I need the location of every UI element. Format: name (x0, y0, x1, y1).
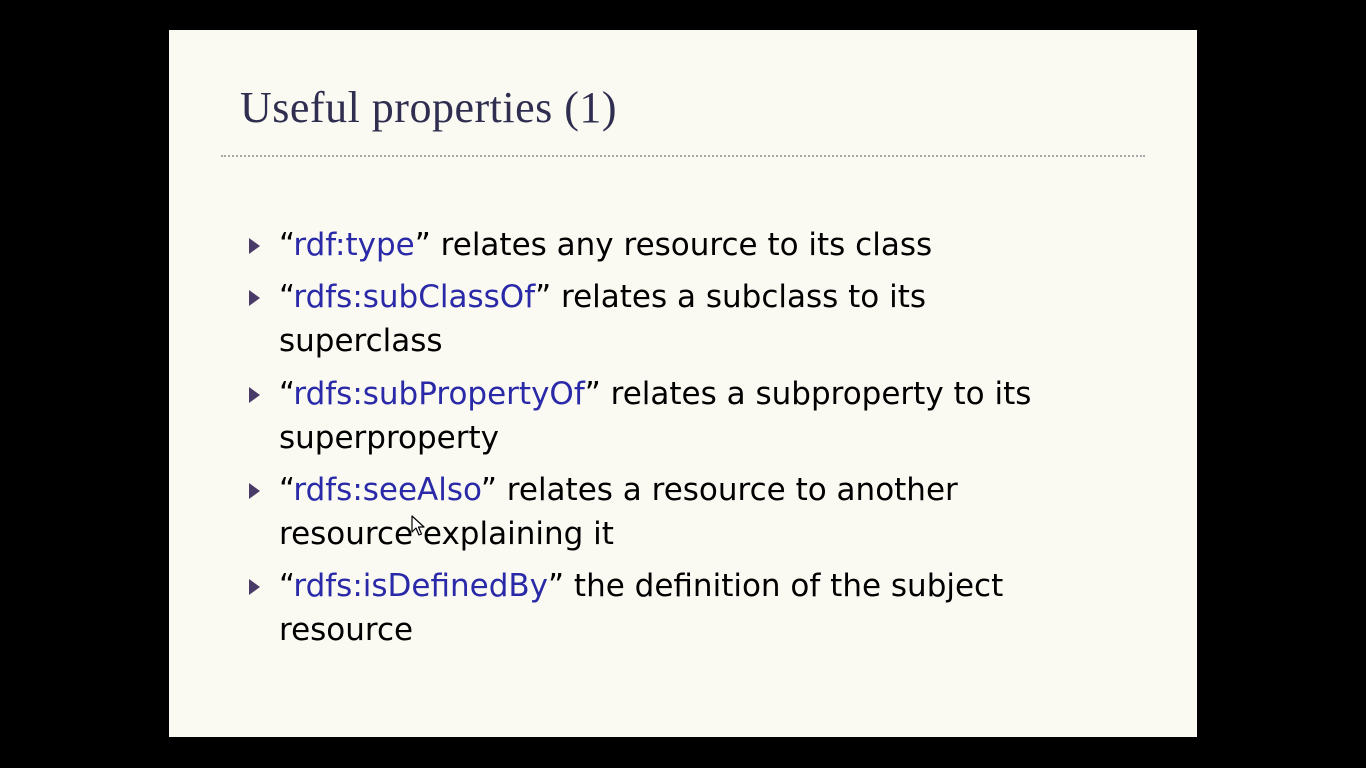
property-term: rdfs:isDefinedBy (293, 568, 549, 604)
triangle-right-icon (249, 483, 260, 499)
property-term: rdfs:seeAlso (293, 472, 481, 508)
open-quote: “ (279, 376, 294, 412)
close-quote: ” (414, 227, 431, 263)
triangle-right-icon (249, 290, 260, 306)
open-quote: “ (279, 472, 294, 508)
close-quote: ” (535, 279, 552, 315)
bullet-item: “rdfs:seeAlso” relates a resource to ano… (249, 468, 1099, 556)
slide: Useful properties (1) “rdf:type” relates… (169, 30, 1197, 737)
bullet-item: “rdfs:subPropertyOf” relates a subproper… (249, 372, 1099, 460)
bullet-item: “rdf:type” relates any resource to its c… (249, 223, 1099, 267)
close-quote: ” (584, 376, 601, 412)
property-term: rdfs:subClassOf (293, 279, 536, 315)
triangle-right-icon (249, 238, 260, 254)
close-quote: ” (548, 568, 565, 604)
property-term: rdfs:subPropertyOf (293, 376, 585, 412)
open-quote: “ (279, 227, 294, 263)
bullet-item: “rdfs:isDefinedBy” the definition of the… (249, 564, 1099, 652)
close-quote: ” (480, 472, 497, 508)
triangle-right-icon (249, 579, 260, 595)
presentation-screen: Useful properties (1) “rdf:type” relates… (0, 0, 1366, 768)
open-quote: “ (279, 279, 294, 315)
bullet-item: “rdfs:subClassOf” relates a subclass to … (249, 275, 1099, 363)
bullet-description: relates any resource to its class (430, 227, 933, 263)
triangle-right-icon (249, 387, 260, 403)
mouse-pointer-icon (411, 515, 425, 536)
property-term: rdf:type (293, 227, 415, 263)
slide-title: Useful properties (1) (240, 83, 618, 132)
title-divider (221, 155, 1145, 157)
open-quote: “ (279, 568, 294, 604)
